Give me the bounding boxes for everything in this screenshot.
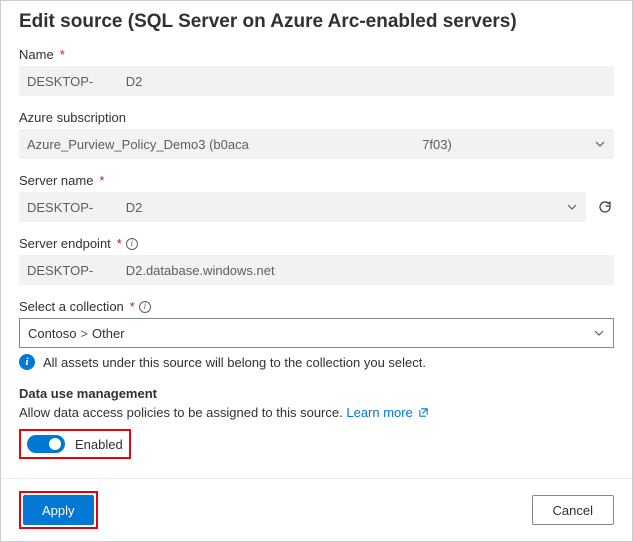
label-collection-text: Select a collection [19,299,124,314]
apply-highlight: Apply [19,491,98,529]
label-name-text: Name [19,47,54,62]
select-subscription-value: Azure_Purview_Policy_Demo3 (b0aca 7f03) [27,137,452,152]
field-endpoint: Server endpoint * i DESKTOP- D2.database.… [19,236,614,285]
info-filled-icon: i [19,354,35,370]
label-server-name-text: Server name [19,173,93,188]
collection-crumb-leaf: Other [92,326,125,341]
select-collection[interactable]: Contoso > Other [19,318,614,348]
field-subscription: Azure subscription Azure_Purview_Policy_… [19,110,614,159]
label-collection: Select a collection * i [19,299,614,314]
field-server-name: Server name * DESKTOP- D2 [19,173,614,222]
chevron-down-icon [594,138,606,150]
label-endpoint: Server endpoint * i [19,236,614,251]
select-subscription[interactable]: Azure_Purview_Policy_Demo3 (b0aca 7f03) [19,129,614,159]
field-collection: Select a collection * i Contoso > Other i… [19,299,614,370]
learn-more-link[interactable]: Learn more [346,405,429,420]
toggle-label: Enabled [75,437,123,452]
required-mark: * [99,173,104,188]
input-endpoint-value: DESKTOP- D2.database.windows.net [27,263,275,278]
dialog-footer: Apply Cancel [1,478,632,541]
row-server-name: DESKTOP- D2 [19,192,614,222]
select-server-name-value: DESKTOP- D2 [27,200,142,215]
required-mark: * [60,47,65,62]
label-endpoint-text: Server endpoint [19,236,111,251]
chevron-down-icon [566,201,578,213]
dialog-content: Edit source (SQL Server on Azure Arc-ena… [1,1,632,478]
collection-hint-row: i All assets under this source will belo… [19,354,614,370]
dialog-title: Edit source (SQL Server on Azure Arc-ena… [19,11,614,33]
refresh-icon[interactable] [596,198,614,216]
toggle-knob [49,438,61,450]
collection-crumb-root: Contoso [28,326,76,341]
chevron-down-icon [593,327,605,339]
input-name[interactable]: DESKTOP- D2 [19,66,614,96]
data-use-heading: Data use management [19,386,614,401]
external-link-icon [418,406,429,421]
collection-hint-text: All assets under this source will belong… [43,355,426,370]
data-use-toggle[interactable] [27,435,65,453]
label-name: Name * [19,47,614,62]
info-icon[interactable]: i [139,301,151,313]
label-server-name: Server name * [19,173,614,188]
required-mark: * [117,236,122,251]
toggle-highlight: Enabled [19,429,131,459]
data-use-desc-row: Allow data access policies to be assigne… [19,405,614,421]
select-server-name[interactable]: DESKTOP- D2 [19,192,586,222]
label-subscription-text: Azure subscription [19,110,126,125]
input-name-value: DESKTOP- D2 [27,74,142,89]
info-icon[interactable]: i [126,238,138,250]
required-mark: * [130,299,135,314]
apply-button[interactable]: Apply [23,495,94,525]
input-endpoint[interactable]: DESKTOP- D2.database.windows.net [19,255,614,285]
learn-more-text: Learn more [346,405,412,420]
data-use-desc: Allow data access policies to be assigne… [19,405,343,420]
field-name: Name * DESKTOP- D2 [19,47,614,96]
breadcrumb-separator: > [80,326,88,341]
label-subscription: Azure subscription [19,110,614,125]
cancel-button[interactable]: Cancel [532,495,614,525]
